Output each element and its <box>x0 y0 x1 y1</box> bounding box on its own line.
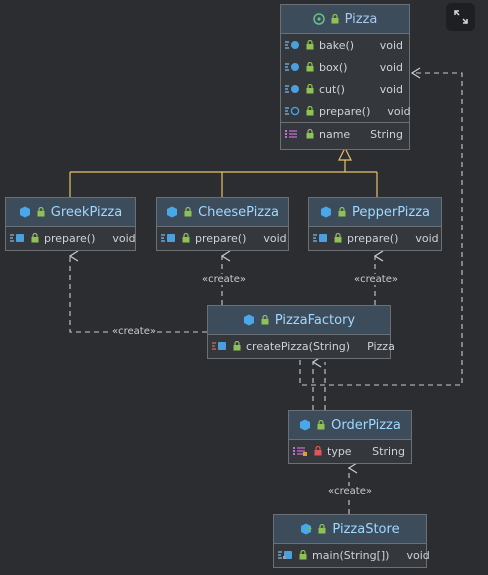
field-name: name <box>319 127 351 141</box>
field-icon <box>293 446 309 456</box>
inheritance-edges <box>69 146 378 197</box>
public-lock-icon <box>306 129 314 139</box>
abstract-method-icon <box>285 62 301 72</box>
method-name: bake() <box>319 38 355 52</box>
method-icon <box>212 341 228 351</box>
class-name: Pizza <box>344 11 378 27</box>
method-type: void <box>379 38 403 52</box>
class-header-cheese-pizza: CheesePizza <box>157 198 288 227</box>
class-greek-pizza[interactable]: GreekPizza prepare() void <box>5 197 136 251</box>
public-lock-icon <box>306 106 314 116</box>
method-row[interactable]: prepare() void <box>157 227 288 249</box>
method-type: void <box>263 231 287 245</box>
class-pepper-pizza[interactable]: PepperPizza prepare() void <box>308 197 442 251</box>
class-pizza-store[interactable]: PizzaStore main(String[]) void <box>273 514 430 568</box>
method-icon <box>313 233 329 243</box>
interface-icon <box>312 13 325 25</box>
public-lock-icon <box>331 14 339 24</box>
field-name: type <box>327 444 352 458</box>
class-name: CheesePizza <box>198 204 279 220</box>
class-cheese-pizza[interactable]: CheesePizza prepare() void <box>156 197 289 251</box>
method-type: Pizza <box>367 339 395 353</box>
class-icon <box>19 206 31 218</box>
private-lock-icon <box>314 446 322 456</box>
class-header-order-pizza: OrderPizza <box>289 411 411 440</box>
class-icon <box>166 206 178 218</box>
method-row[interactable]: createPizza(String) Pizza <box>208 335 395 357</box>
method-row[interactable]: prepare() void <box>281 100 411 122</box>
public-lock-icon <box>37 207 45 217</box>
public-lock-icon <box>306 84 314 94</box>
method-name: main(String[]) <box>312 548 390 562</box>
method-type: void <box>379 82 403 96</box>
class-order-pizza[interactable]: OrderPizza type String <box>288 410 412 464</box>
public-lock-icon <box>306 40 314 50</box>
method-icon <box>10 233 26 243</box>
public-lock-icon <box>306 62 314 72</box>
field-row[interactable]: type String <box>289 440 411 462</box>
method-row[interactable]: main(String[]) void <box>274 544 430 566</box>
method-icon <box>161 233 177 243</box>
class-header-greek-pizza: GreekPizza <box>6 198 135 227</box>
class-pizza[interactable]: Pizza bake() void box() void cut() void … <box>280 4 411 150</box>
method-type: void <box>112 231 136 245</box>
public-lock-icon <box>338 207 346 217</box>
public-lock-icon <box>261 315 269 325</box>
method-name: box() <box>319 60 348 74</box>
expand-icon <box>453 10 468 24</box>
method-name: createPizza(String) <box>246 339 351 353</box>
class-name: OrderPizza <box>331 417 401 433</box>
class-header-pizza: Pizza <box>281 5 409 34</box>
public-lock-icon <box>317 420 325 430</box>
method-name: prepare() <box>319 104 371 118</box>
method-type: void <box>387 104 411 118</box>
class-header-pizza-factory: PizzaFactory <box>208 306 390 335</box>
method-row[interactable]: prepare() void <box>6 227 136 249</box>
class-name: PepperPizza <box>352 204 430 220</box>
public-lock-icon <box>182 233 190 243</box>
public-lock-icon <box>31 233 39 243</box>
public-lock-icon <box>334 233 342 243</box>
edge-label-create: «create» <box>353 274 399 285</box>
main-class-icon <box>300 523 313 535</box>
public-lock-icon <box>318 524 326 534</box>
class-pizza-factory[interactable]: PizzaFactory createPizza(String) Pizza <box>207 305 395 359</box>
expand-button[interactable] <box>446 3 475 31</box>
field-icon <box>285 129 301 139</box>
class-header-pepper-pizza: PepperPizza <box>309 198 441 227</box>
diagram-canvas: Pizza bake() void box() void cut() void … <box>0 0 488 575</box>
class-icon <box>320 206 332 218</box>
class-name: PizzaFactory <box>274 312 356 328</box>
abstract-method-icon <box>285 40 301 50</box>
class-header-pizza-store: PizzaStore <box>274 515 426 544</box>
field-row[interactable]: name String <box>281 122 409 145</box>
class-icon <box>299 419 311 431</box>
method-name: cut() <box>319 82 345 96</box>
relationship-edges <box>0 0 463 514</box>
field-type: String <box>370 127 403 141</box>
static-method-icon <box>278 550 294 560</box>
method-type: void <box>406 548 430 562</box>
class-name: PizzaStore <box>332 521 400 537</box>
method-name: prepare() <box>44 231 96 245</box>
method-row[interactable]: prepare() void <box>309 227 441 249</box>
method-type: void <box>415 231 439 245</box>
method-row[interactable]: cut() void <box>281 78 409 100</box>
method-type: void <box>379 60 403 74</box>
public-lock-icon <box>233 341 241 351</box>
edge-label-create: «create» <box>201 274 247 285</box>
abstract-method-icon <box>285 84 301 94</box>
method-name: prepare() <box>195 231 247 245</box>
field-type: String <box>372 444 405 458</box>
abstract-method-icon <box>285 106 301 116</box>
class-name: GreekPizza <box>50 204 123 220</box>
method-name: prepare() <box>347 231 399 245</box>
edge-label-create: «create» <box>327 486 373 497</box>
class-icon <box>243 314 255 326</box>
method-row[interactable]: box() void <box>281 56 409 78</box>
public-lock-icon <box>299 550 307 560</box>
edge-label-create: «create» <box>111 326 157 337</box>
public-lock-icon <box>184 207 192 217</box>
method-row[interactable]: bake() void <box>281 34 409 56</box>
